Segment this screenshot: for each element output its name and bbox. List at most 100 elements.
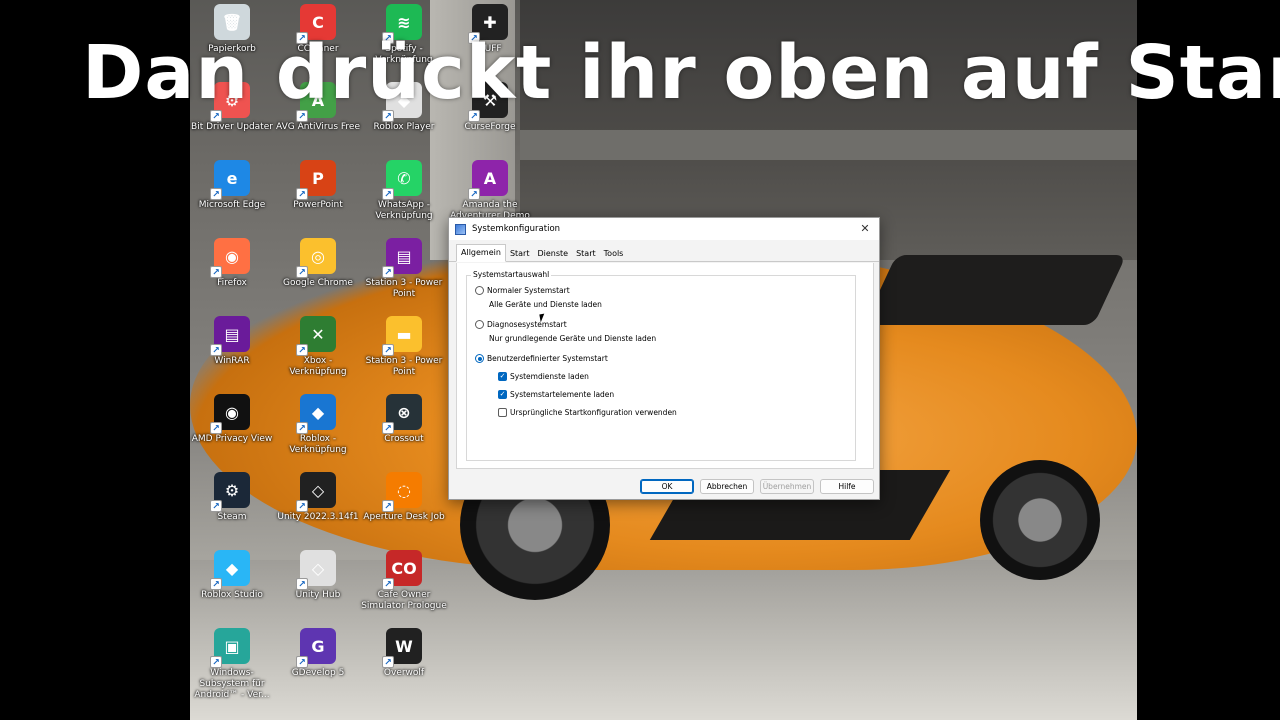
- shortcut-arrow-icon: ↗: [296, 656, 308, 668]
- desktop-icon[interactable]: ◌ ↗ Aperture Desk Job: [361, 472, 447, 523]
- desktop-icon[interactable]: e ↗ Microsoft Edge: [189, 160, 275, 211]
- desktop-icon-label: Roblox - Verknüpfung: [289, 434, 347, 455]
- desktop-icon[interactable]: ◉ ↗ AMD Privacy View: [189, 394, 275, 445]
- tab-panel-allgemein: Systemstartauswahl Normaler Systemstart …: [456, 263, 874, 469]
- desktop-icon-label: Bit Driver Updater: [191, 122, 273, 132]
- radio-selective-indicator[interactable]: [475, 354, 484, 363]
- shortcut-arrow-icon: ↗: [296, 500, 308, 512]
- shortcut-arrow-icon: ↗: [296, 344, 308, 356]
- close-button[interactable]: ✕: [851, 218, 879, 240]
- amanda-icon: A ↗: [468, 160, 508, 200]
- radio-normal-startup[interactable]: Normaler Systemstart: [475, 286, 570, 295]
- android-subsystem-icon: ▣ ↗: [210, 628, 250, 668]
- desktop-icon-label: WinRAR: [214, 356, 250, 366]
- radio-normal-label: Normaler Systemstart: [487, 286, 570, 295]
- shortcut-arrow-icon: ↗: [296, 422, 308, 434]
- desktop-icon[interactable]: W ↗ Overwolf: [361, 628, 447, 679]
- desktop-icon[interactable]: ▤ ↗ WinRAR: [189, 316, 275, 367]
- unity-hub-icon: ◇ ↗: [296, 550, 336, 590]
- shortcut-arrow-icon: ↗: [296, 188, 308, 200]
- steam-icon: ⚙ ↗: [210, 472, 250, 512]
- checkbox-original-box[interactable]: [498, 408, 507, 417]
- winrar-archive-icon: ▤ ↗: [382, 238, 422, 278]
- checkbox-startup-box[interactable]: ✓: [498, 390, 507, 399]
- winrar-icon: ▤ ↗: [210, 316, 250, 356]
- desktop-icon[interactable]: ◎ ↗ Google Chrome: [275, 238, 361, 289]
- desktop-icon-label: CurseForge: [464, 122, 516, 132]
- desktop-icon-label: Google Chrome: [283, 278, 353, 288]
- checkbox-load-startup-items[interactable]: ✓ Systemstartelemente laden: [498, 390, 614, 399]
- car-wheel-rear: [980, 460, 1100, 580]
- checkbox-original-label: Ursprüngliche Startkonfiguration verwend…: [510, 408, 677, 417]
- desktop-icon-label: WhatsApp - Verknüpfung: [375, 200, 433, 221]
- help-button[interactable]: Hilfe: [820, 479, 874, 494]
- xbox-icon: ✕ ↗: [296, 316, 336, 356]
- desktop-icon-label: Crossout: [384, 434, 424, 444]
- desktop-icon[interactable]: ▬ ↗ Station 3 - Power Point: [361, 316, 447, 378]
- shortcut-arrow-icon: ↗: [296, 266, 308, 278]
- tab-bar: Allgemein Start Dienste Start Tools: [449, 244, 879, 262]
- cancel-button[interactable]: Abbrechen: [700, 479, 754, 494]
- desktop-icon[interactable]: A ↗ Amanda the Adventurer Demo: [447, 160, 533, 222]
- radio-normal-description: Alle Geräte und Dienste laden: [489, 300, 602, 309]
- radio-diagnostic-description: Nur grundlegende Geräte und Dienste lade…: [489, 334, 657, 343]
- desktop-icon-label: Windows-Subsystem für Android™ - Ver...: [194, 668, 270, 700]
- desktop-icon[interactable]: ◇ ↗ Unity Hub: [275, 550, 361, 601]
- dialog-title: Systemkonfiguration: [472, 224, 561, 234]
- unity-icon: ◇ ↗: [296, 472, 336, 512]
- desktop-icon-label: Station 3 - Power Point: [365, 356, 443, 377]
- checkbox-services-box[interactable]: ✓: [498, 372, 507, 381]
- desktop-icon-label: Microsoft Edge: [198, 200, 266, 210]
- desktop-icon[interactable]: G ↗ GDevelop 5: [275, 628, 361, 679]
- cafe-owner-icon: CO ↗: [382, 550, 422, 590]
- radio-diagnostic-startup[interactable]: Diagnosesystemstart: [475, 320, 567, 329]
- radio-selective-startup[interactable]: Benutzerdefinierter Systemstart: [475, 354, 608, 363]
- desktop-icon[interactable]: ◆ ↗ Roblox - Verknüpfung: [275, 394, 361, 456]
- desktop-icon[interactable]: ⚙ ↗ Steam: [189, 472, 275, 523]
- desktop-icon-label: Steam: [217, 512, 247, 522]
- crossout-icon: ⊗ ↗: [382, 394, 422, 434]
- desktop-icon[interactable]: P ↗ PowerPoint: [275, 160, 361, 211]
- desktop-icon-label: Overwolf: [383, 668, 425, 678]
- overwolf-icon: W ↗: [382, 628, 422, 668]
- checkbox-load-system-services[interactable]: ✓ Systemdienste laden: [498, 372, 589, 381]
- whatsapp-icon: ✆ ↗: [382, 160, 422, 200]
- desktop-icon[interactable]: ▤ ↗ Station 3 - Power Point: [361, 238, 447, 300]
- desktop-icon-label: Roblox Player: [373, 122, 435, 132]
- shortcut-arrow-icon: ↗: [210, 500, 222, 512]
- shortcut-arrow-icon: ↗: [382, 578, 394, 590]
- shortcut-arrow-icon: ↗: [210, 422, 222, 434]
- desktop-icon[interactable]: ⊗ ↗ Crossout: [361, 394, 447, 445]
- ok-button[interactable]: OK: [640, 479, 694, 494]
- amd-privacy-icon: ◉ ↗: [210, 394, 250, 434]
- checkbox-use-original-boot-config[interactable]: Ursprüngliche Startkonfiguration verwend…: [498, 408, 677, 417]
- radio-selective-label: Benutzerdefinierter Systemstart: [487, 354, 608, 363]
- apply-button[interactable]: Übernehmen: [760, 479, 814, 494]
- checkbox-startup-label: Systemstartelemente laden: [510, 390, 615, 399]
- radio-diagnostic-indicator[interactable]: [475, 320, 484, 329]
- tab-allgemein[interactable]: Allgemein: [456, 244, 506, 262]
- car-window: [863, 255, 1127, 325]
- dialog-button-row: OK Abbrechen Übernehmen Hilfe: [640, 479, 874, 494]
- desktop-icon[interactable]: ✕ ↗ Xbox - Verknüpfung: [275, 316, 361, 378]
- shortcut-arrow-icon: ↗: [210, 578, 222, 590]
- aperture-icon: ◌ ↗: [382, 472, 422, 512]
- firefox-icon: ◉ ↗: [210, 238, 250, 278]
- desktop-icon[interactable]: ✆ ↗ WhatsApp - Verknüpfung: [361, 160, 447, 222]
- tab-start-2[interactable]: Start: [572, 246, 600, 261]
- tab-dienste[interactable]: Dienste: [533, 246, 572, 261]
- background-beam: [520, 130, 1137, 160]
- shortcut-arrow-icon: ↗: [382, 422, 394, 434]
- desktop-icon[interactable]: ◇ ↗ Unity 2022.3.14f1: [275, 472, 361, 523]
- desktop-icon[interactable]: ◆ ↗ Roblox Studio: [189, 550, 275, 601]
- desktop-icon-label: Firefox: [217, 278, 247, 288]
- desktop-icon[interactable]: ▣ ↗ Windows-Subsystem für Android™ - Ver..…: [189, 628, 275, 701]
- desktop-icon[interactable]: CO ↗ Cafe Owner Simulator Prologue: [361, 550, 447, 612]
- tab-tools[interactable]: Tools: [600, 246, 628, 261]
- shortcut-arrow-icon: ↗: [382, 188, 394, 200]
- dialog-titlebar[interactable]: Systemkonfiguration ✕: [449, 218, 879, 240]
- desktop-icon-label: PowerPoint: [293, 200, 343, 210]
- radio-normal-indicator[interactable]: [475, 286, 484, 295]
- tab-start[interactable]: Start: [506, 246, 534, 261]
- desktop-icon[interactable]: ◉ ↗ Firefox: [189, 238, 275, 289]
